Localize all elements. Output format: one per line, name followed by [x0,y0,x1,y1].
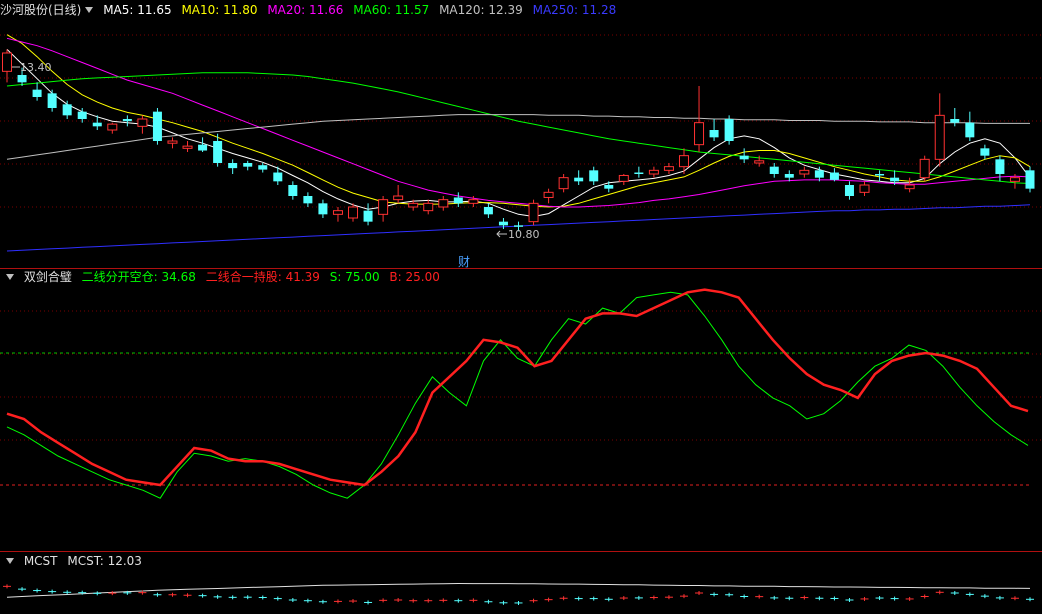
candle-body [574,177,584,182]
candle-body [543,191,554,198]
candle-body [965,122,975,138]
candle-body [92,122,102,127]
stock-chart-window[interactable]: 沙河股份(日线) MA5: 11.65 MA10: 11.80 MA20: 11… [0,0,1042,614]
candle-body [589,170,599,182]
candle-body [829,172,839,180]
candle-body [167,140,178,144]
candle-body [393,195,404,201]
candle-body [995,159,1005,174]
candle-body [904,184,915,190]
candle-body [182,145,193,149]
candle-body [634,172,644,174]
candle-body [378,199,389,215]
candle-body [558,177,569,190]
low-price-label: 10.80 [508,228,540,241]
candle-body [739,155,749,160]
candle-body [47,93,57,108]
candle-body [618,174,629,182]
candle-body [438,199,449,208]
mcst-chart[interactable] [0,552,1042,614]
candle-body [1025,170,1035,189]
candle-body [514,225,523,227]
candle-body [934,114,945,160]
candle-body [2,52,12,72]
candle-body [77,111,87,119]
high-price-label: 13.40 [20,61,52,74]
indicator-chart[interactable] [0,269,1042,552]
candle-body [1009,177,1020,182]
candle-body [363,210,373,222]
candle-body [243,163,253,167]
candle-body [784,174,794,178]
candle-body [859,184,870,193]
candle-body [288,185,298,196]
candle-body [814,170,824,178]
candle-body [453,197,463,204]
candle-body [258,165,268,170]
candle-body [694,122,705,146]
candle-body [663,166,674,171]
candle-body [137,118,148,127]
candle-body [483,207,493,215]
candle-body [408,202,419,208]
candle-body [709,130,719,138]
candle-body [468,199,479,204]
candle-body [604,185,614,189]
candle-body [950,119,960,123]
candle-body [844,185,854,196]
candle-body [875,174,885,176]
line1-green [6,291,1029,499]
candle-body [769,166,779,174]
candle-body [228,163,238,169]
candle-body [17,75,27,83]
candle-body [498,221,508,226]
candle-body [423,202,434,212]
candle-body [318,203,328,215]
candle-body [799,169,810,175]
candle-body [348,206,359,219]
candle-body [273,172,283,182]
candle-body [980,148,990,156]
candle-body [303,196,313,204]
candle-body [122,119,132,122]
candle-body [528,202,539,223]
candle-body [32,89,42,97]
candle-body [754,160,765,164]
candle-body [332,210,343,215]
line2-red [6,288,1029,487]
candle-body [648,169,659,175]
candle-body [152,111,162,141]
candle-body [213,141,223,163]
candle-body [919,158,930,179]
candle-body [62,104,72,116]
candle-body [678,155,689,168]
candle-body [107,123,118,131]
candle-body [198,144,208,151]
candle-body [890,177,900,182]
candle-body [724,119,734,141]
